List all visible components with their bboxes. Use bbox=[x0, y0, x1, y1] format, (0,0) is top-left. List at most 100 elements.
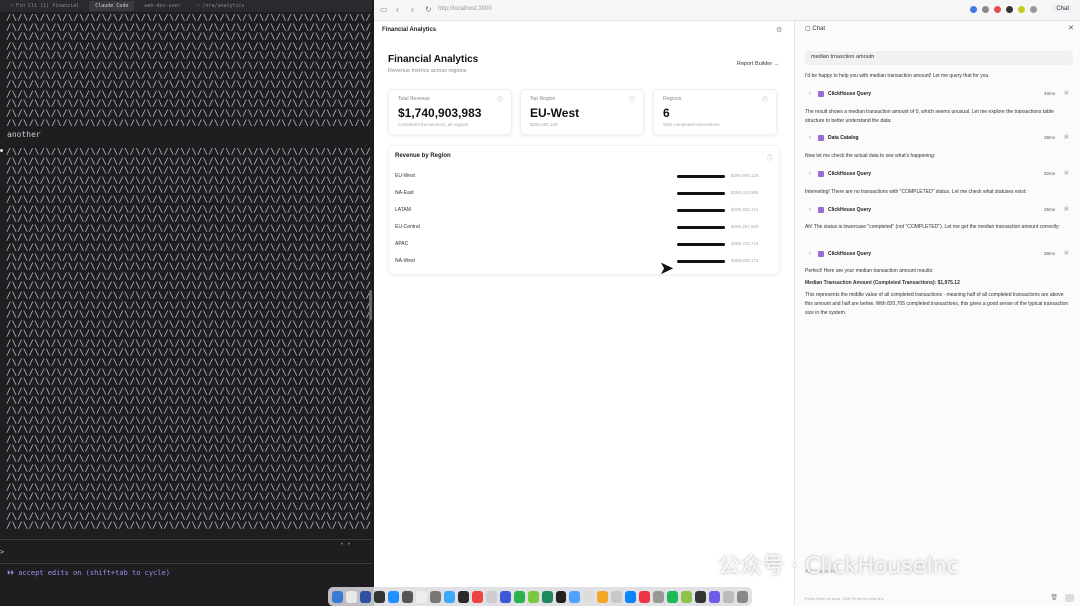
copy-icon[interactable]: ▣ bbox=[1064, 170, 1069, 176]
tool-call-clickhouse-query[interactable]: › ClickHouse Query 40ms ▣ bbox=[809, 90, 1071, 100]
dock-app-icon[interactable] bbox=[443, 590, 455, 603]
report-builder-link[interactable]: Report Builder → bbox=[737, 61, 779, 67]
dock-app-icon[interactable] bbox=[527, 590, 539, 603]
dock-app-icon[interactable] bbox=[429, 590, 441, 603]
panel-title: Revenue by Region bbox=[395, 153, 451, 159]
extension-icon[interactable] bbox=[1030, 6, 1037, 13]
page-title: Financial Analytics bbox=[388, 54, 479, 65]
dock-app-icon[interactable] bbox=[499, 590, 511, 603]
dock-app-icon[interactable] bbox=[387, 590, 399, 603]
send-button[interactable] bbox=[1065, 594, 1074, 602]
dock-app-icon[interactable] bbox=[681, 590, 693, 603]
dock-app-icon[interactable] bbox=[597, 590, 609, 603]
dock-app-icon[interactable] bbox=[569, 590, 581, 603]
trash-icon[interactable]: 🗑 bbox=[1050, 594, 1058, 601]
back-icon[interactable]: ‹ bbox=[396, 5, 399, 14]
tool-call-clickhouse-query[interactable]: › ClickHouse Query 32ms ▣ bbox=[809, 170, 1071, 180]
terminal-tab[interactable]: web-dev-user bbox=[138, 1, 186, 11]
dock-app-icon[interactable] bbox=[695, 590, 707, 603]
wechat-icon bbox=[679, 554, 713, 579]
tool-name: ClickHouse Query bbox=[828, 207, 872, 213]
sidebar-toggle-icon[interactable]: ▭ bbox=[380, 5, 388, 14]
chat-toggle-button[interactable]: Chat bbox=[1051, 5, 1074, 13]
info-icon[interactable]: ⓘ bbox=[762, 95, 768, 104]
region-bar bbox=[677, 209, 725, 212]
tool-call-clickhouse-query[interactable]: › ClickHouse Query 38ms ▣ bbox=[809, 250, 1071, 260]
kpi-value: EU-West bbox=[530, 106, 580, 120]
dock-app-icon[interactable] bbox=[401, 590, 413, 603]
dock-app-icon[interactable] bbox=[723, 590, 735, 603]
copy-icon[interactable]: ▣ bbox=[1064, 134, 1069, 140]
kpi-label: Total Revenue bbox=[398, 96, 430, 102]
tool-call-clickhouse-query[interactable]: › ClickHouse Query 25ms ▣ bbox=[809, 206, 1071, 216]
extension-icon[interactable] bbox=[1006, 6, 1013, 13]
screen: ~ Fin Cli (1) financial Claude Code web-… bbox=[0, 0, 1080, 606]
dock-app-icon[interactable] bbox=[611, 590, 623, 603]
region-bar bbox=[677, 243, 725, 246]
region-row: EU-Central $290,267,943 bbox=[395, 223, 775, 233]
kpi-card-regions: Regions 6 With completed transactions ⓘ bbox=[653, 89, 777, 135]
region-bar bbox=[677, 260, 725, 263]
dock-app-icon[interactable] bbox=[373, 590, 385, 603]
mouse-cursor-icon: ➤ bbox=[659, 258, 675, 278]
tool-call-data-catalog[interactable]: › Data Catalog 39ms ▣ bbox=[809, 134, 1071, 144]
dock-app-icon[interactable] bbox=[457, 590, 469, 603]
info-icon[interactable]: ⓘ bbox=[629, 95, 635, 104]
copy-icon[interactable]: ▣ bbox=[1064, 250, 1069, 256]
dock-app-icon[interactable] bbox=[625, 590, 637, 603]
close-icon[interactable]: ✕ bbox=[1068, 24, 1074, 32]
region-row: APAC $288,734,719 bbox=[395, 240, 775, 250]
forward-icon[interactable]: › bbox=[411, 5, 414, 14]
assistant-message: Ah! The status is lowercase "completed" … bbox=[805, 224, 1060, 230]
dock-app-icon[interactable] bbox=[485, 590, 497, 603]
extension-icons bbox=[970, 6, 1037, 13]
watermark: 公众号 · ClickHouseInc bbox=[678, 548, 959, 581]
dock-app-icon[interactable] bbox=[345, 590, 357, 603]
region-row: LATAM $290,402,161 bbox=[395, 206, 775, 216]
terminal-tabs: ~ Fin Cli (1) financial Claude Code web-… bbox=[0, 0, 372, 12]
dock-app-icon[interactable] bbox=[639, 590, 651, 603]
dock-app-icon[interactable] bbox=[359, 590, 371, 603]
divider bbox=[0, 539, 372, 540]
terminal-tab-active[interactable]: Claude Code bbox=[89, 1, 135, 11]
dock-app-icon[interactable] bbox=[667, 590, 679, 603]
extension-icon[interactable] bbox=[982, 6, 989, 13]
dock-app-icon[interactable] bbox=[513, 590, 525, 603]
terminal-tab[interactable]: ~ /sra/analytics bbox=[191, 1, 251, 11]
extension-icon[interactable] bbox=[1018, 6, 1025, 13]
dock-app-icon[interactable] bbox=[332, 590, 343, 603]
dock-app-icon[interactable] bbox=[653, 590, 665, 603]
region-value: $288,734,719 bbox=[731, 241, 759, 246]
settings-icon[interactable]: ⚙ bbox=[776, 26, 782, 34]
terminal-tab[interactable]: ~ Fin Cli (1) financial bbox=[4, 1, 85, 11]
extension-icon[interactable] bbox=[970, 6, 977, 13]
tool-name: ClickHouse Query bbox=[828, 251, 872, 257]
region-name: NA-East bbox=[395, 190, 414, 196]
browser-toolbar: ▭ ‹ › ↻ http://localhost:3000 Chat bbox=[374, 0, 1080, 21]
split-pane-handle[interactable] bbox=[369, 290, 372, 320]
terminal-prompt[interactable]: > bbox=[0, 548, 4, 556]
region-row: NA-East $290,402,965 bbox=[395, 189, 775, 199]
info-icon[interactable]: ⓘ bbox=[767, 153, 773, 162]
reload-icon[interactable]: ↻ bbox=[425, 5, 432, 14]
macos-dock bbox=[328, 587, 752, 606]
tool-duration: 32ms bbox=[1044, 171, 1056, 176]
extension-icon[interactable] bbox=[994, 6, 1001, 13]
dock-app-icon[interactable] bbox=[415, 590, 427, 603]
dock-app-icon[interactable] bbox=[471, 590, 483, 603]
catalog-icon bbox=[818, 135, 824, 141]
tool-name: Data Catalog bbox=[828, 135, 859, 141]
url-bar[interactable]: http://localhost:3000 bbox=[438, 6, 492, 12]
copy-icon[interactable]: ▣ bbox=[1064, 206, 1069, 212]
copy-icon[interactable]: ▣ bbox=[1064, 90, 1069, 96]
dock-app-icon[interactable] bbox=[555, 590, 567, 603]
dock-app-icon[interactable] bbox=[737, 590, 749, 603]
divider bbox=[0, 563, 372, 564]
app-header-title: Financial Analytics bbox=[382, 27, 437, 33]
info-icon[interactable]: ⓘ bbox=[497, 95, 503, 104]
dock-app-icon[interactable] bbox=[541, 590, 553, 603]
dock-app-icon[interactable] bbox=[709, 590, 721, 603]
dock-app-icon[interactable] bbox=[583, 590, 595, 603]
region-row: NA-West $288,635,171 bbox=[395, 257, 775, 267]
kpi-subtext: $290,880,125 bbox=[530, 122, 558, 127]
